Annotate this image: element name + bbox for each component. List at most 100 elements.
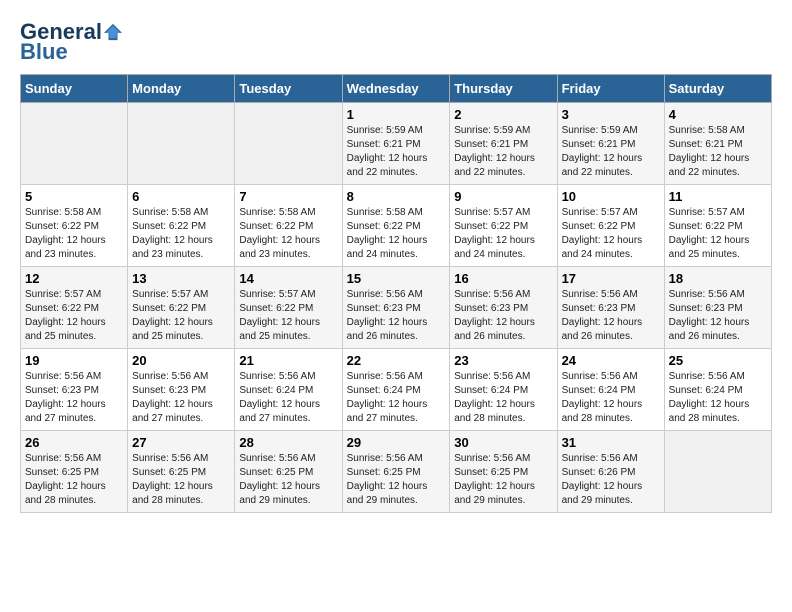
calendar-cell: 19 Sunrise: 5:56 AMSunset: 6:23 PMDayligh… — [21, 349, 128, 431]
day-number: 20 — [132, 353, 230, 368]
day-number: 18 — [669, 271, 767, 286]
day-info: Sunrise: 5:56 AMSunset: 6:23 PMDaylight:… — [562, 288, 660, 344]
day-number: 26 — [25, 435, 123, 450]
calendar-cell: 25Sunrise: 5:56 AMSunset: 6:24 PMDayligh… — [664, 349, 771, 431]
day-info: Sunrise: 5:57 AMSunset: 6:22 PMDaylight:… — [25, 288, 123, 344]
page-header: General Blue — [20, 20, 772, 64]
calendar-cell: 21 Sunrise: 5:56 AMSunset: 6:24 PMDayligh… — [235, 349, 342, 431]
calendar-table: SundayMondayTuesdayWednesdayThursdayFrid… — [20, 74, 772, 513]
day-info: Sunrise: 5:56 AMSunset: 6:24 PMDaylight:… — [454, 370, 552, 426]
day-info: Sunrise: 5:56 AMSunset: 6:25 PMDaylight:… — [347, 452, 446, 508]
day-number: 17 — [562, 271, 660, 286]
day-info: Sunrise: 5:56 AMSunset: 6:23 PMDaylight:… — [347, 288, 446, 344]
calendar-cell: 7 Sunrise: 5:58 AMSunset: 6:22 PMDaylight… — [235, 185, 342, 267]
header-wednesday: Wednesday — [342, 75, 450, 103]
day-info: Sunrise: 5:59 AMSunset: 6:21 PMDaylight:… — [454, 124, 552, 180]
calendar-cell: 12 Sunrise: 5:57 AMSunset: 6:22 PMDayligh… — [21, 267, 128, 349]
day-info: Sunrise: 5:56 AMSunset: 6:23 PMDaylight:… — [454, 288, 552, 344]
calendar-cell: 5 Sunrise: 5:58 AMSunset: 6:22 PMDaylight… — [21, 185, 128, 267]
day-number: 21 — [239, 353, 337, 368]
calendar-cell: 6Sunrise: 5:58 AMSunset: 6:22 PMDaylight… — [128, 185, 235, 267]
day-number: 14 — [239, 271, 337, 286]
day-number: 15 — [347, 271, 446, 286]
day-number: 25 — [669, 353, 767, 368]
header-saturday: Saturday — [664, 75, 771, 103]
day-info: Sunrise: 5:56 AMSunset: 6:26 PMDaylight:… — [562, 452, 660, 508]
calendar-cell: 24 Sunrise: 5:56 AMSunset: 6:24 PMDayligh… — [557, 349, 664, 431]
header-tuesday: Tuesday — [235, 75, 342, 103]
calendar-week-row: 12 Sunrise: 5:57 AMSunset: 6:22 PMDayligh… — [21, 267, 772, 349]
day-info: Sunrise: 5:58 AMSunset: 6:22 PMDaylight:… — [239, 206, 337, 262]
calendar-cell — [128, 103, 235, 185]
calendar-cell: 29 Sunrise: 5:56 AMSunset: 6:25 PMDayligh… — [342, 431, 450, 513]
calendar-cell: 28 Sunrise: 5:56 AMSunset: 6:25 PMDayligh… — [235, 431, 342, 513]
day-info: Sunrise: 5:56 AMSunset: 6:24 PMDaylight:… — [239, 370, 337, 426]
day-info: Sunrise: 5:57 AMSunset: 6:22 PMDaylight:… — [669, 206, 767, 262]
day-number: 13 — [132, 271, 230, 286]
day-number: 28 — [239, 435, 337, 450]
calendar-cell: 13 Sunrise: 5:57 AMSunset: 6:22 PMDayligh… — [128, 267, 235, 349]
day-info: Sunrise: 5:56 AMSunset: 6:25 PMDaylight:… — [25, 452, 123, 508]
day-number: 24 — [562, 353, 660, 368]
day-info: Sunrise: 5:57 AMSunset: 6:22 PMDaylight:… — [132, 288, 230, 344]
calendar-cell: 31 Sunrise: 5:56 AMSunset: 6:26 PMDayligh… — [557, 431, 664, 513]
day-info: Sunrise: 5:57 AMSunset: 6:22 PMDaylight:… — [239, 288, 337, 344]
calendar-cell: 9Sunrise: 5:57 AMSunset: 6:22 PMDaylight… — [450, 185, 557, 267]
day-number: 22 — [347, 353, 446, 368]
day-info: Sunrise: 5:56 AMSunset: 6:25 PMDaylight:… — [239, 452, 337, 508]
day-info: Sunrise: 5:56 AMSunset: 6:23 PMDaylight:… — [25, 370, 123, 426]
calendar-header-row: SundayMondayTuesdayWednesdayThursdayFrid… — [21, 75, 772, 103]
header-sunday: Sunday — [21, 75, 128, 103]
logo-icon — [104, 23, 122, 41]
calendar-cell: 4 Sunrise: 5:58 AMSunset: 6:21 PMDaylight… — [664, 103, 771, 185]
day-number: 10 — [562, 189, 660, 204]
logo: General Blue — [20, 20, 122, 64]
day-info: Sunrise: 5:58 AMSunset: 6:22 PMDaylight:… — [25, 206, 123, 262]
calendar-cell: 18 Sunrise: 5:56 AMSunset: 6:23 PMDayligh… — [664, 267, 771, 349]
day-number: 27 — [132, 435, 230, 450]
calendar-week-row: 1Sunrise: 5:59 AMSunset: 6:21 PMDaylight… — [21, 103, 772, 185]
day-info: Sunrise: 5:59 AMSunset: 6:21 PMDaylight:… — [562, 124, 660, 180]
day-info: Sunrise: 5:59 AMSunset: 6:21 PMDaylight:… — [347, 124, 446, 180]
day-number: 4 — [669, 107, 767, 122]
day-number: 6 — [132, 189, 230, 204]
calendar-cell: 17 Sunrise: 5:56 AMSunset: 6:23 PMDayligh… — [557, 267, 664, 349]
day-info: Sunrise: 5:56 AMSunset: 6:23 PMDaylight:… — [669, 288, 767, 344]
day-number: 3 — [562, 107, 660, 122]
day-number: 29 — [347, 435, 446, 450]
calendar-week-row: 5 Sunrise: 5:58 AMSunset: 6:22 PMDaylight… — [21, 185, 772, 267]
day-info: Sunrise: 5:58 AMSunset: 6:22 PMDaylight:… — [347, 206, 446, 262]
day-number: 23 — [454, 353, 552, 368]
calendar-cell: 3 Sunrise: 5:59 AMSunset: 6:21 PMDaylight… — [557, 103, 664, 185]
day-number: 8 — [347, 189, 446, 204]
calendar-week-row: 19 Sunrise: 5:56 AMSunset: 6:23 PMDayligh… — [21, 349, 772, 431]
day-number: 19 — [25, 353, 123, 368]
day-number: 7 — [239, 189, 337, 204]
day-number: 12 — [25, 271, 123, 286]
day-info: Sunrise: 5:56 AMSunset: 6:23 PMDaylight:… — [132, 370, 230, 426]
calendar-cell: 22Sunrise: 5:56 AMSunset: 6:24 PMDayligh… — [342, 349, 450, 431]
header-friday: Friday — [557, 75, 664, 103]
calendar-cell: 8 Sunrise: 5:58 AMSunset: 6:22 PMDaylight… — [342, 185, 450, 267]
calendar-cell: 16 Sunrise: 5:56 AMSunset: 6:23 PMDayligh… — [450, 267, 557, 349]
calendar-cell — [235, 103, 342, 185]
day-info: Sunrise: 5:57 AMSunset: 6:22 PMDaylight:… — [562, 206, 660, 262]
header-thursday: Thursday — [450, 75, 557, 103]
day-info: Sunrise: 5:56 AMSunset: 6:25 PMDaylight:… — [454, 452, 552, 508]
day-info: Sunrise: 5:58 AMSunset: 6:21 PMDaylight:… — [669, 124, 767, 180]
calendar-cell: 11 Sunrise: 5:57 AMSunset: 6:22 PMDayligh… — [664, 185, 771, 267]
calendar-cell: 26 Sunrise: 5:56 AMSunset: 6:25 PMDayligh… — [21, 431, 128, 513]
day-number: 5 — [25, 189, 123, 204]
day-number: 11 — [669, 189, 767, 204]
day-info: Sunrise: 5:56 AMSunset: 6:25 PMDaylight:… — [132, 452, 230, 508]
calendar-cell: 14 Sunrise: 5:57 AMSunset: 6:22 PMDayligh… — [235, 267, 342, 349]
calendar-cell: 27 Sunrise: 5:56 AMSunset: 6:25 PMDayligh… — [128, 431, 235, 513]
calendar-week-row: 26 Sunrise: 5:56 AMSunset: 6:25 PMDayligh… — [21, 431, 772, 513]
calendar-cell: 30Sunrise: 5:56 AMSunset: 6:25 PMDayligh… — [450, 431, 557, 513]
day-info: Sunrise: 5:56 AMSunset: 6:24 PMDaylight:… — [562, 370, 660, 426]
day-number: 16 — [454, 271, 552, 286]
calendar-cell: 10 Sunrise: 5:57 AMSunset: 6:22 PMDayligh… — [557, 185, 664, 267]
day-number: 31 — [562, 435, 660, 450]
calendar-cell: 1Sunrise: 5:59 AMSunset: 6:21 PMDaylight… — [342, 103, 450, 185]
calendar-cell — [21, 103, 128, 185]
